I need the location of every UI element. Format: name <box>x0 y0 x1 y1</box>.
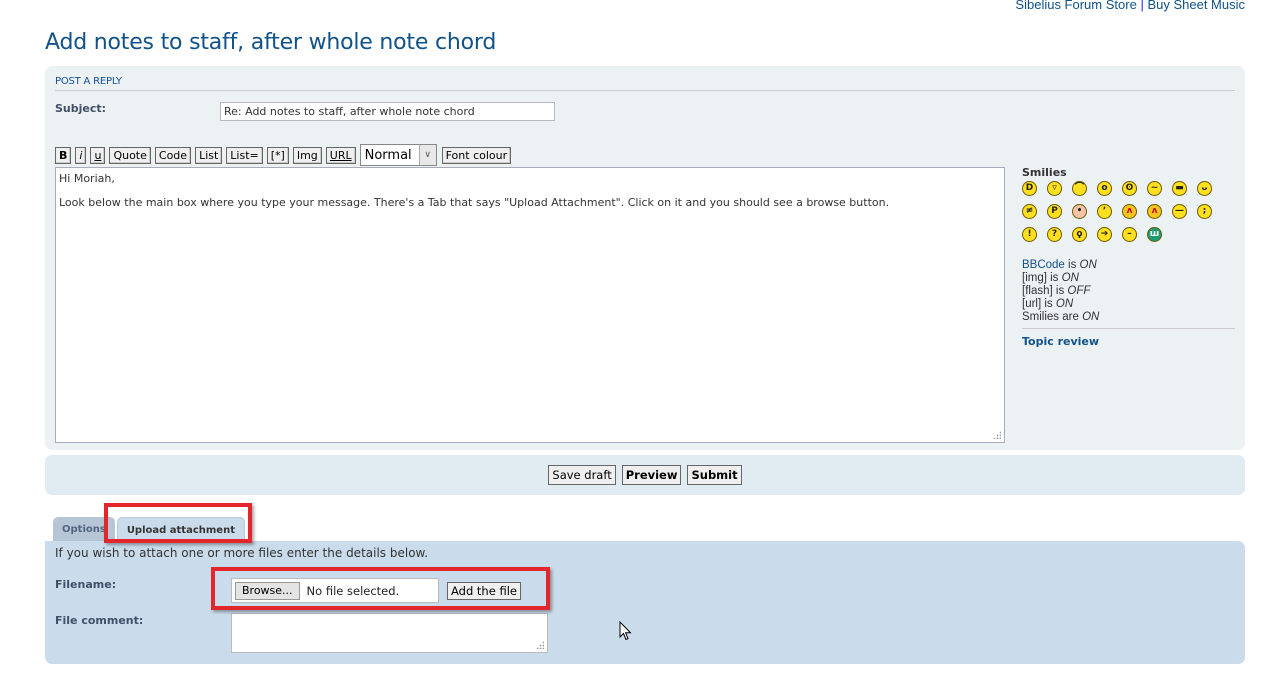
attachment-intro: If you wish to attach one or more files … <box>55 546 429 560</box>
tab-upload-attachment[interactable]: Upload attachment <box>116 517 245 542</box>
font-size-value: Normal <box>364 147 412 163</box>
rule-flash: [flash] is OFF <box>1022 285 1235 298</box>
rule-bbcode: BBCode is ON <box>1022 259 1235 272</box>
smiley-shocked-icon[interactable]: ʘ <box>1122 181 1137 196</box>
list-item-button[interactable]: [*] <box>266 146 289 164</box>
smiley-twisted-evil-icon[interactable]: ʌ <box>1147 204 1162 219</box>
rule-img: [img] is ON <box>1022 272 1235 285</box>
file-input[interactable]: Browse... No file selected. <box>231 578 439 603</box>
post-reply-panel: POST A REPLY Subject: Re: Add notes to s… <box>45 66 1245 450</box>
smiley-evil-icon[interactable]: ʌ <box>1122 204 1137 219</box>
file-comment-textarea[interactable] <box>231 613 548 653</box>
rule-verb: is <box>1041 298 1056 310</box>
quote-button[interactable]: Quote <box>109 146 151 164</box>
smiley-crying-icon[interactable]: ʼ <box>1097 204 1112 219</box>
smiley-wink-icon[interactable]: ; <box>1197 204 1212 219</box>
rule-verb: is <box>1046 272 1062 284</box>
code-button[interactable]: Code <box>154 146 192 164</box>
rule-label: [flash] <box>1022 285 1053 297</box>
url-button[interactable]: URL <box>325 146 356 164</box>
rule-state: ON <box>1055 298 1074 310</box>
page-title: Add notes to staff, after whole note cho… <box>45 30 497 55</box>
subject-label: Subject: <box>55 102 107 115</box>
bbcode-toolbar: B i u Quote Code List List= [*] Img URL … <box>55 144 512 166</box>
smilies-grid: D ▿ ⌒ o ʘ ~ ▬ ᴗ ≠ P • ʼ ʌ ʌ —;!? ϙ ➔ – ш <box>1022 181 1235 242</box>
link-separator: | <box>1140 0 1144 12</box>
list-button[interactable]: List <box>195 146 223 164</box>
smiley-neutral-2-icon[interactable]: – <box>1122 227 1137 242</box>
smiley-question-icon[interactable]: ? <box>1047 227 1062 242</box>
rule-label: [img] <box>1022 272 1047 284</box>
preview-button[interactable]: Preview <box>621 465 682 485</box>
smiley-sad-icon[interactable]: ⌒ <box>1072 181 1087 196</box>
font-size-select[interactable]: Normal ∨ <box>359 144 437 166</box>
tab-bar: Options Upload attachment <box>53 517 247 542</box>
underline-button[interactable]: u <box>90 146 106 164</box>
posting-rules: BBCode is ON [img] is ON [flash] is OFF … <box>1022 259 1235 329</box>
smiley-neutral-icon[interactable]: — <box>1172 204 1187 219</box>
smiley-smile-icon[interactable]: ▿ <box>1047 181 1062 196</box>
rule-state: ON <box>1061 272 1079 284</box>
rule-label: [url] <box>1022 298 1042 310</box>
rule-smilies: Smilies are ON <box>1022 311 1235 324</box>
browse-button[interactable]: Browse... <box>235 581 300 600</box>
post-reply-heading: POST A REPLY <box>55 76 1235 91</box>
filename-label: Filename: <box>55 578 117 591</box>
smiley-laughing-icon[interactable]: ᴗ <box>1197 181 1212 196</box>
upload-attachment-panel: If you wish to attach one or more files … <box>45 541 1245 664</box>
smiley-idea-icon[interactable]: ϙ <box>1072 227 1087 242</box>
message-text: Hi Moriah, Look below the main box where… <box>59 172 890 209</box>
forum-store-link[interactable]: Sibelius Forum Store <box>1015 0 1136 12</box>
save-draft-button[interactable]: Save draft <box>548 465 616 485</box>
message-textarea[interactable]: Hi Moriah, Look below the main box where… <box>55 167 1005 443</box>
rule-verb: is <box>1052 285 1068 297</box>
rule-state: ON <box>1079 259 1097 271</box>
topic-review-link[interactable]: Topic review <box>1022 335 1235 348</box>
smiley-cool-icon[interactable]: ▬ <box>1172 181 1187 196</box>
submit-bar: Save draft Preview Submit <box>45 455 1245 495</box>
smiley-confused-icon[interactable]: ~ <box>1147 181 1162 196</box>
add-file-button[interactable]: Add the file <box>447 582 521 600</box>
resize-grip-icon[interactable] <box>993 431 1001 439</box>
chevron-down-icon: ∨ <box>418 145 436 165</box>
submit-button[interactable]: Submit <box>687 465 742 485</box>
rule-label: Smilies <box>1022 311 1060 323</box>
smilies-heading: Smilies <box>1022 166 1067 179</box>
bold-button[interactable]: B <box>55 146 72 164</box>
buy-sheet-music-link[interactable]: Buy Sheet Music <box>1147 0 1245 12</box>
img-button[interactable]: Img <box>292 146 322 164</box>
smiley-embarrassed-icon[interactable]: • <box>1072 204 1087 219</box>
italic-button[interactable]: i <box>75 146 87 164</box>
mouse-cursor-icon <box>619 621 632 641</box>
ordered-list-button[interactable]: List= <box>226 146 263 164</box>
rule-state: ON <box>1082 311 1100 323</box>
top-links: Sibelius Forum Store | Buy Sheet Music <box>1015 0 1245 12</box>
rule-verb: is <box>1064 259 1080 271</box>
sidebar: Smilies D ▿ ⌒ o ʘ ~ ▬ ᴗ ≠ P • ʼ ʌ ʌ —;!? ϙ ➔ – ш BBCode is… <box>1022 166 1235 348</box>
smiley-mad-icon[interactable]: ≠ <box>1022 204 1037 219</box>
smiley-razz-icon[interactable]: P <box>1047 204 1062 219</box>
smiley-surprised-icon[interactable]: o <box>1097 181 1112 196</box>
file-comment-label: File comment: <box>55 614 144 627</box>
rule-state: OFF <box>1067 285 1091 297</box>
font-colour-button[interactable]: Font colour <box>441 146 512 164</box>
tab-options[interactable]: Options <box>53 517 115 542</box>
subject-input[interactable]: Re: Add notes to staff, after whole note… <box>220 102 555 121</box>
smiley-arrow-icon[interactable]: ➔ <box>1097 227 1112 242</box>
smiley-exclaim-icon[interactable]: ! <box>1022 227 1037 242</box>
smiley-mr-green-icon[interactable]: ш <box>1147 227 1162 242</box>
smiley-very-happy-icon[interactable]: D <box>1022 181 1037 196</box>
rule-verb: are <box>1059 311 1083 323</box>
rule-url: [url] is ON <box>1022 298 1235 311</box>
resize-grip-icon[interactable] <box>536 641 544 649</box>
no-file-text: No file selected. <box>306 583 400 598</box>
bbcode-link[interactable]: BBCode <box>1022 259 1065 271</box>
